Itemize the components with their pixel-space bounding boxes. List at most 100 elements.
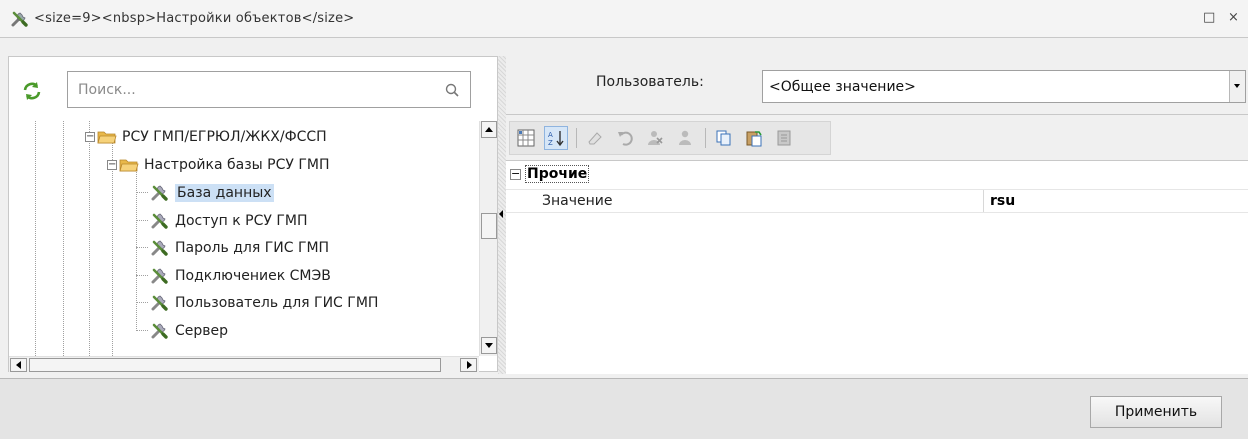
- close-button[interactable]: ×: [1228, 10, 1239, 25]
- window-title: <size=9><nbsp>Настройки объектов</size>: [34, 11, 355, 26]
- scroll-right-button[interactable]: [460, 358, 477, 372]
- undo-icon: [618, 131, 633, 146]
- toolbar-strip: A Z: [506, 114, 1248, 160]
- tree-item-label: Сервер: [175, 323, 229, 339]
- tree-vertical-scrollbar[interactable]: [479, 121, 497, 356]
- user-icon: [679, 130, 691, 145]
- copy-icon: [716, 130, 731, 146]
- dropdown-button[interactable]: [1229, 71, 1245, 102]
- svg-text:A: A: [548, 131, 553, 139]
- arrow-left-icon: [16, 361, 21, 369]
- undo-button[interactable]: [613, 126, 637, 150]
- search-row: [9, 57, 497, 117]
- eraser-icon: [588, 132, 602, 145]
- tree-item-database[interactable]: База данных: [149, 181, 274, 205]
- remove-user-button[interactable]: [643, 126, 667, 150]
- search-field[interactable]: [67, 71, 471, 108]
- property-row[interactable]: Значение rsu: [506, 189, 1248, 213]
- collapse-toggle[interactable]: −: [85, 132, 95, 142]
- settings-window: <size=9><nbsp>Настройки объектов</size> …: [0, 0, 1248, 439]
- user-label: Пользователь:: [596, 74, 704, 90]
- tools-icon: [151, 213, 168, 229]
- user-dropdown-value: <Общее значение>: [769, 78, 916, 95]
- tree-item-label: Доступ к РСУ ГМП: [175, 213, 308, 229]
- toolbar-separator: [705, 128, 706, 148]
- tree-connector: [136, 302, 148, 303]
- arrow-up-icon: [485, 127, 493, 132]
- property-group[interactable]: − Прочие: [506, 163, 590, 185]
- property-value[interactable]: rsu: [990, 193, 1015, 209]
- tree-item-label: Пароль для ГИС ГМП: [175, 240, 330, 256]
- collapse-arrow-icon[interactable]: [499, 210, 503, 218]
- property-grid: − Прочие Значение rsu: [506, 160, 1248, 374]
- tree-connector: [136, 275, 148, 276]
- sort-az-button[interactable]: A Z: [544, 126, 568, 150]
- user-button[interactable]: [673, 126, 697, 150]
- tree-connector: [136, 330, 148, 331]
- tree-connector: [136, 220, 148, 221]
- tools-icon: [151, 268, 168, 284]
- tree-item-label: Пользователь для ГИС ГМП: [175, 295, 379, 311]
- folder-open-icon: [119, 159, 139, 172]
- tree-connector: [136, 247, 148, 248]
- sort-az-icon: A Z: [548, 131, 564, 147]
- tree-connector: [136, 192, 148, 193]
- collapse-toggle[interactable]: −: [510, 168, 521, 180]
- tools-icon: [151, 185, 168, 201]
- search-input[interactable]: [76, 80, 436, 99]
- tools-icon: [151, 323, 168, 339]
- tree-item-access[interactable]: Доступ к РСУ ГМП: [149, 209, 308, 233]
- tree-view[interactable]: − РСУ ГМП/ЕГРЮЛ/ЖКХ/ФССП − Настройка баз…: [9, 121, 479, 356]
- tree-item-folder[interactable]: РСУ ГМП/ЕГРЮЛ/ЖКХ/ФССП: [97, 125, 327, 149]
- scroll-left-button[interactable]: [10, 358, 27, 372]
- properties-panel: Пользователь: <Общее значение> A Z − Про…: [506, 56, 1248, 374]
- tree-item-folder[interactable]: Настройка базы РСУ ГМП: [119, 153, 330, 177]
- tree-item-label: Подключениек СМЭВ: [175, 268, 331, 284]
- categorized-button[interactable]: [514, 126, 538, 150]
- user-dropdown[interactable]: <Общее значение>: [762, 70, 1246, 103]
- search-icon[interactable]: [444, 82, 460, 98]
- property-name: Значение: [542, 193, 613, 209]
- property-toolbar: A Z: [509, 121, 831, 155]
- tools-icon: [151, 295, 168, 311]
- tree-item-label: РСУ ГМП/ЕГРЮЛ/ЖКХ/ФССП: [122, 129, 327, 145]
- refresh-icon[interactable]: [21, 81, 43, 101]
- tree-horizontal-scrollbar[interactable]: [9, 356, 479, 372]
- collapse-toggle[interactable]: −: [107, 160, 117, 170]
- paste-button[interactable]: [742, 126, 766, 150]
- column-divider[interactable]: [983, 190, 984, 212]
- tree-panel: − РСУ ГМП/ЕГРЮЛ/ЖКХ/ФССП − Настройка баз…: [8, 56, 498, 372]
- tree-guide-line: [35, 121, 36, 356]
- arrow-right-icon: [467, 361, 472, 369]
- document-button[interactable]: [772, 126, 796, 150]
- copy-button[interactable]: [712, 126, 736, 150]
- document-icon: [777, 130, 791, 146]
- tools-icon: [151, 240, 168, 256]
- tools-icon: [11, 11, 28, 27]
- categorized-icon: [517, 129, 535, 147]
- user-row: Пользователь: <Общее значение>: [506, 56, 1248, 112]
- scroll-thumb[interactable]: [481, 213, 497, 239]
- tree-item-label: База данных: [175, 184, 274, 202]
- tree-item-server[interactable]: Сервер: [149, 319, 228, 343]
- chevron-down-icon: [1234, 84, 1240, 88]
- scroll-down-button[interactable]: [481, 337, 497, 354]
- tree-item-user[interactable]: Пользователь для ГИС ГМП: [149, 291, 378, 315]
- tree-item-smev[interactable]: Подключениек СМЭВ: [149, 264, 331, 288]
- arrow-down-icon: [485, 343, 493, 348]
- clear-button[interactable]: [583, 126, 607, 150]
- scroll-up-button[interactable]: [481, 121, 497, 138]
- tree-guide-line: [63, 121, 64, 356]
- group-label: Прочие: [525, 165, 590, 183]
- tree-guide-line: [89, 121, 90, 356]
- maximize-button[interactable]: □: [1203, 10, 1215, 25]
- tree-item-label: Настройка базы РСУ ГМП: [144, 157, 330, 173]
- apply-button[interactable]: Применить: [1090, 396, 1222, 428]
- tree-item-password[interactable]: Пароль для ГИС ГМП: [149, 236, 329, 260]
- title-bar: <size=9><nbsp>Настройки объектов</size> …: [0, 0, 1248, 38]
- footer-bar: Применить: [0, 378, 1248, 439]
- tree-guide-line: [112, 143, 113, 356]
- panel-splitter[interactable]: [498, 56, 506, 374]
- remove-user-icon: [648, 131, 663, 145]
- scroll-thumb[interactable]: [29, 358, 441, 372]
